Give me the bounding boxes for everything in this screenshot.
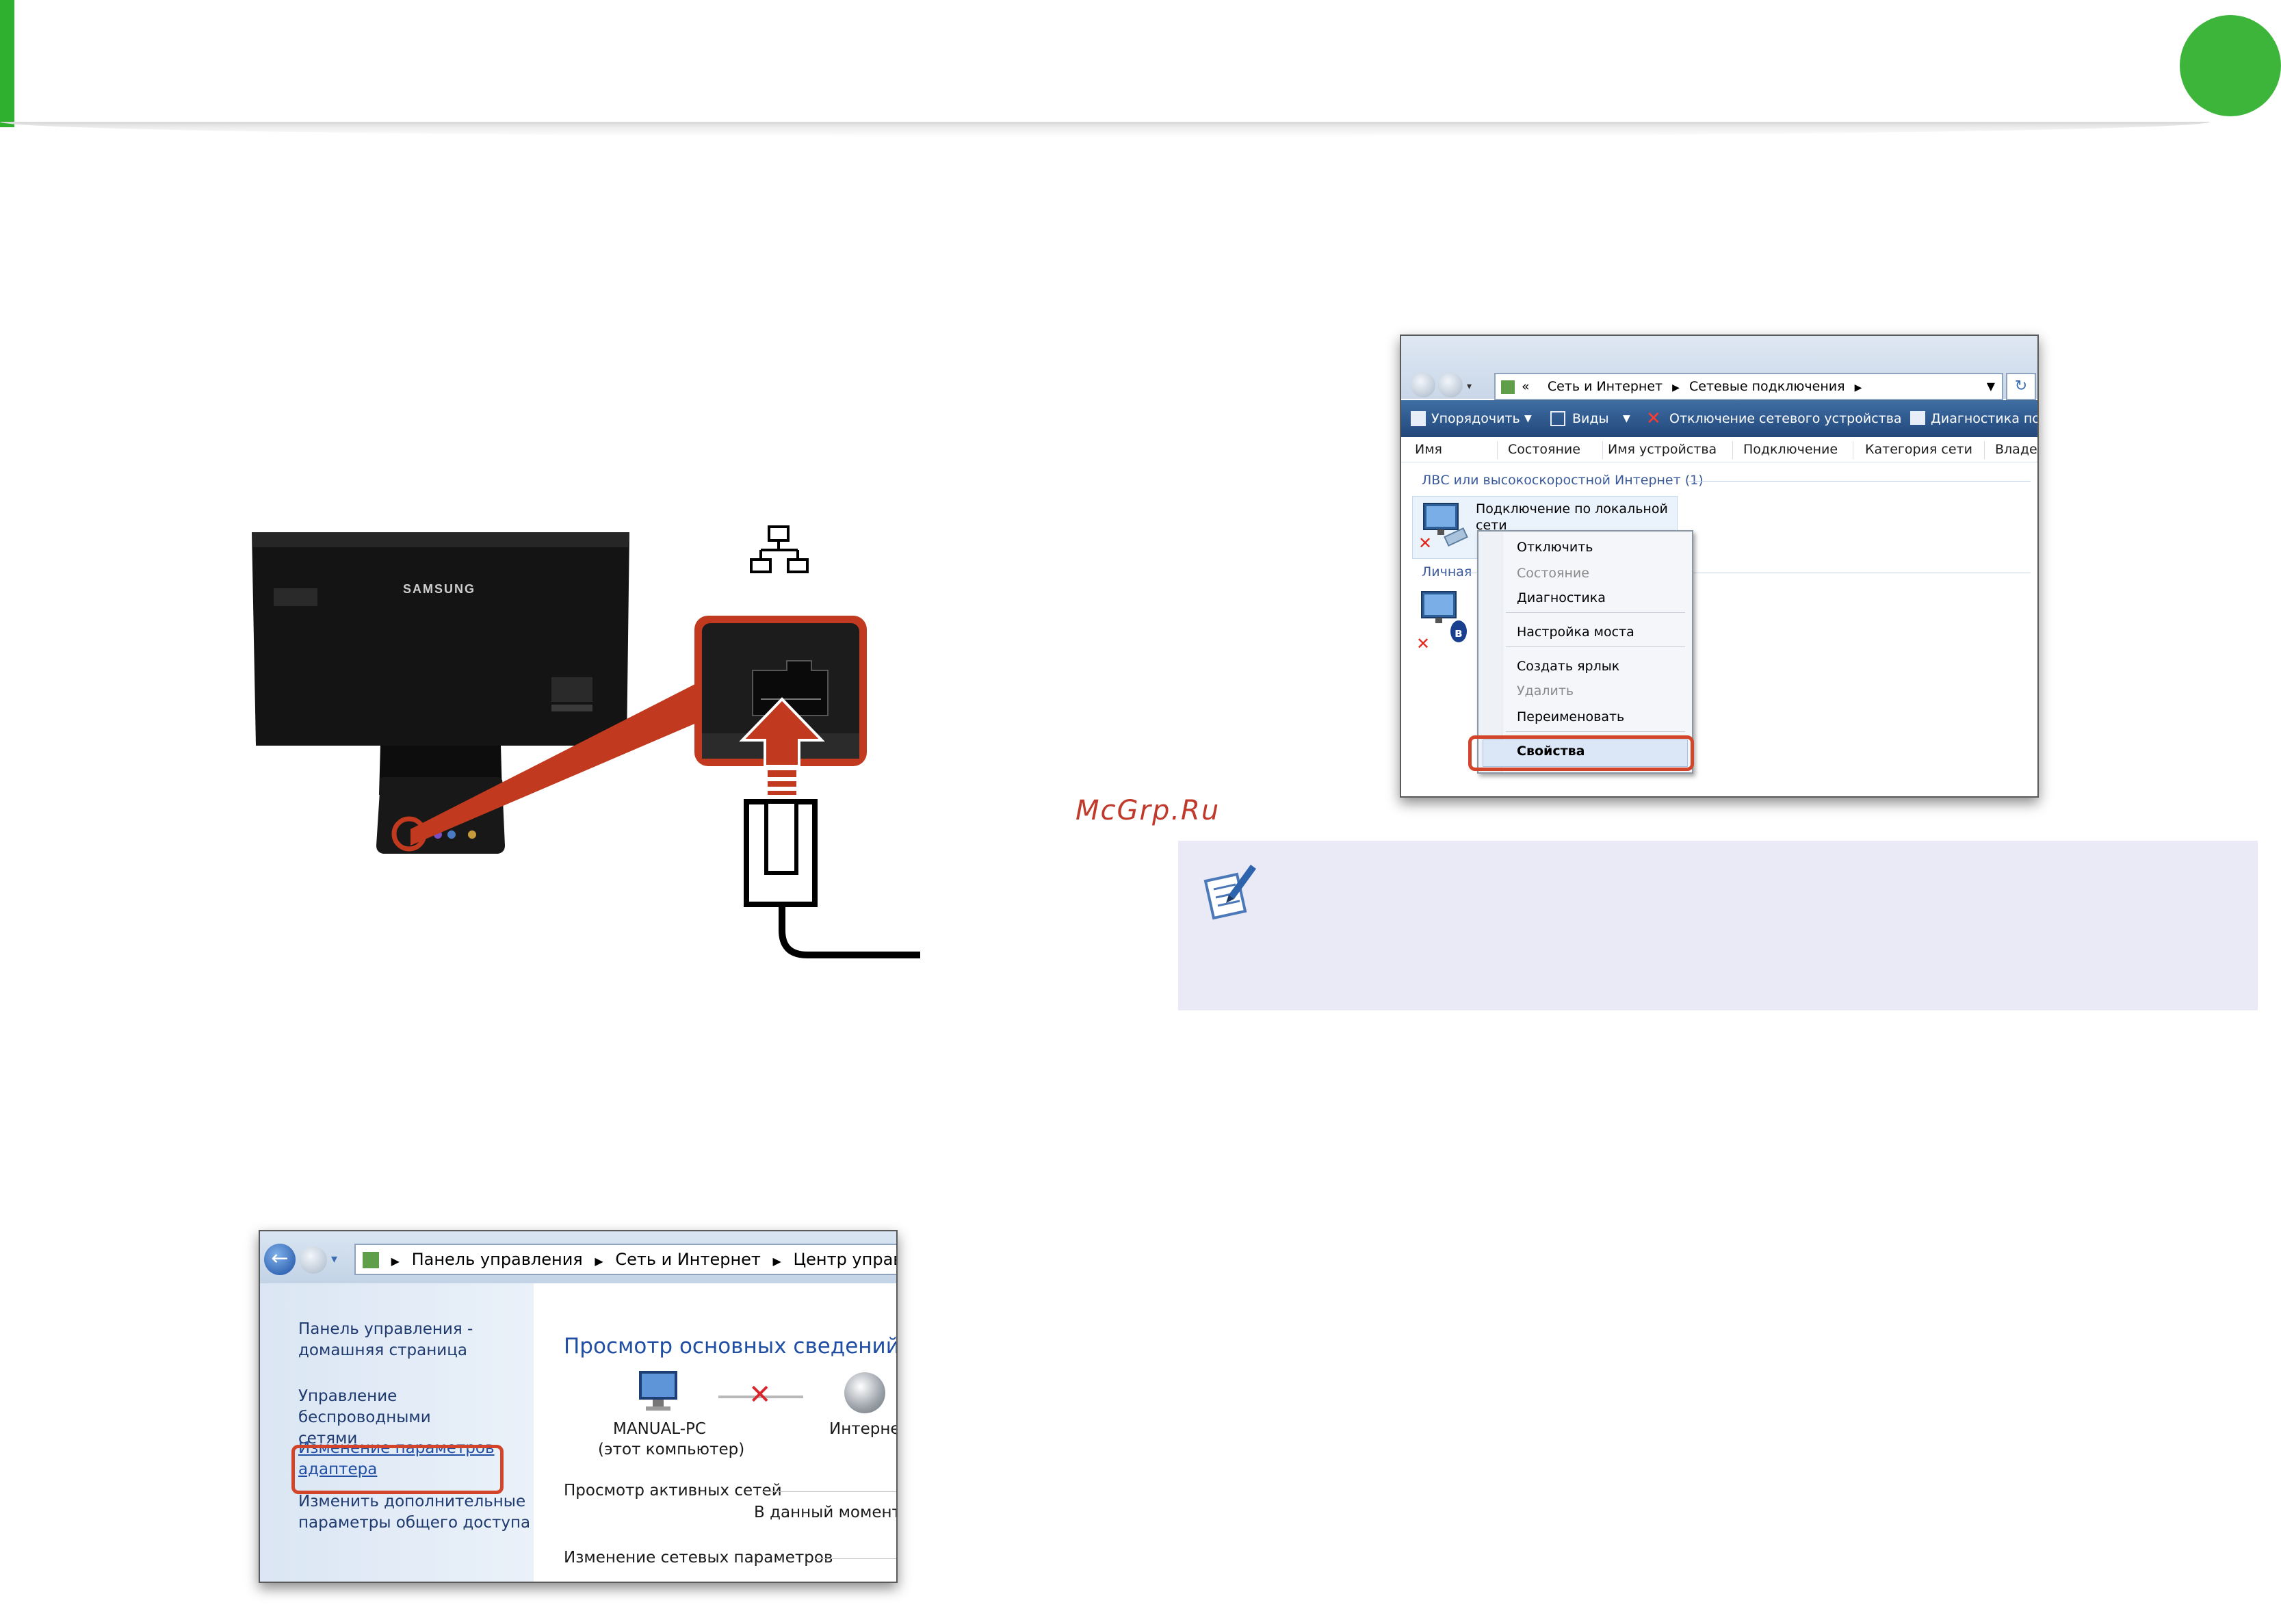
column-header-owner[interactable]: Владе [1995, 437, 2037, 462]
address-bar[interactable]: « Сеть и Интернет ▶ Сетевые подключения … [1494, 373, 2003, 400]
organize-button[interactable]: Упорядочить [1431, 400, 1520, 437]
main-heading: Просмотр основных сведений о с [564, 1334, 898, 1359]
organize-icon [1411, 411, 1426, 426]
properties-highlight [1468, 735, 1694, 771]
adapter-link-highlight [291, 1445, 504, 1494]
breadcrumb-network-connections[interactable]: Сетевые подключения [1689, 379, 1845, 394]
breadcrumb-network-center[interactable]: Центр управления с [794, 1250, 897, 1269]
bluetooth-adapter-icon[interactable]: ʙ ✕ [1416, 589, 1478, 651]
column-header-status[interactable]: Состояние [1508, 437, 1580, 462]
internet-label: Интерне [829, 1420, 898, 1438]
menu-item-rename[interactable]: Переименовать [1517, 709, 1624, 724]
nav-sharing-line2[interactable]: параметры общего доступа [298, 1512, 530, 1534]
column-header-category[interactable]: Категория сети [1865, 437, 1972, 462]
back-icon[interactable] [1411, 373, 1435, 397]
page-marker-circle [2180, 15, 2281, 116]
forward-icon[interactable] [300, 1246, 327, 1274]
current-moment-text: В данный момент [754, 1504, 898, 1521]
disconnected-x-icon: ✕ [748, 1379, 772, 1411]
monitor-brand-label: SAMSUNG [403, 582, 475, 596]
disable-device-icon: ✕ [1646, 408, 1661, 429]
control-panel-icon [1501, 380, 1515, 394]
computer-note: (этот компьютер) [598, 1441, 745, 1458]
header-accent-bar [0, 0, 14, 127]
diagnose-button[interactable]: Диагностика по [1931, 400, 2037, 437]
breadcrumb-arrow-icon: ▶ [1672, 382, 1680, 393]
menu-item-shortcut[interactable]: Создать ярлык [1517, 659, 1619, 674]
change-settings-heading: Изменение сетевых параметров [564, 1549, 833, 1567]
refresh-icon[interactable]: ↻ [2006, 373, 2036, 400]
breadcrumb-arrow-icon: ▶ [1854, 382, 1862, 393]
breadcrumb-arrow-icon: ▶ [595, 1255, 603, 1268]
rj45-cable [744, 799, 920, 958]
history-dropdown-icon[interactable]: ▾ [331, 1252, 337, 1266]
note-pencil-icon [1203, 865, 1256, 920]
breadcrumb-arrow-icon: ▶ [391, 1255, 400, 1268]
watermark-text: McGrp.Ru [1076, 795, 1221, 826]
command-toolbar: Упорядочить ▼ Виды ▼ ✕ Отключение сетево… [1401, 400, 2037, 437]
svg-text:✕: ✕ [1416, 634, 1430, 651]
nav-sharing-line1[interactable]: Изменить дополнительные [298, 1491, 530, 1512]
active-networks-heading: Просмотр активных сетей [564, 1482, 782, 1499]
back-icon[interactable]: ← [264, 1244, 296, 1275]
network-lan-icon [750, 525, 809, 573]
disconnected-x-icon: ✕ [1418, 534, 1432, 553]
menu-item-delete: Удалить [1517, 683, 1574, 698]
breadcrumb-control-panel[interactable]: Панель управления [412, 1250, 583, 1269]
menu-item-diagnose[interactable]: Диагностика [1517, 590, 1606, 605]
lan-connection-illustration: SAMSUNG [252, 525, 920, 958]
history-dropdown-icon[interactable]: ▾ [1467, 381, 1472, 392]
left-navigation-pane: Панель управления - домашняя страница Уп… [260, 1283, 534, 1582]
window-titlebar: ▾ « Сеть и Интернет ▶ Сетевые подключени… [1401, 336, 2037, 400]
nav-home-line1[interactable]: Панель управления - [298, 1319, 473, 1340]
column-header-connection[interactable]: Подключение [1743, 437, 1838, 462]
menu-item-disable[interactable]: Отключить [1517, 540, 1593, 555]
address-bar[interactable]: ▶ Панель управления ▶ Сеть и Интернет ▶ … [354, 1244, 897, 1275]
network-connections-window: ▾ « Сеть и Интернет ▶ Сетевые подключени… [1400, 335, 2039, 798]
network-center-window: ← ▾ ▶ Панель управления ▶ Сеть и Интерне… [259, 1230, 898, 1583]
diagnose-icon [1910, 411, 1925, 425]
column-headers: Имя Состояние Имя устройства Подключение… [1401, 437, 2037, 462]
address-prefix: « [1522, 379, 1530, 394]
control-panel-icon [363, 1252, 379, 1268]
disable-device-button[interactable]: Отключение сетевого устройства [1669, 400, 1902, 437]
svg-text:ʙ: ʙ [1455, 626, 1462, 640]
breadcrumb-network-internet[interactable]: Сеть и Интернет [615, 1250, 761, 1269]
breadcrumb-arrow-icon: ▶ [772, 1255, 781, 1268]
window-titlebar: ← ▾ ▶ Панель управления ▶ Сеть и Интерне… [260, 1231, 896, 1283]
column-header-name[interactable]: Имя [1415, 437, 1442, 462]
views-button[interactable]: Виды [1572, 400, 1609, 437]
menu-item-bridge[interactable]: Настройка моста [1517, 625, 1634, 640]
group-header-lan[interactable]: ЛВС или высокоскоростной Интернет (1) [1422, 473, 1704, 488]
connection-name-line1: Подключение по локальной [1476, 501, 1668, 516]
network-adapter-icon: ✕ [1418, 503, 1468, 553]
menu-item-status: Состояние [1517, 566, 1589, 581]
computer-icon [639, 1371, 677, 1411]
views-icon [1550, 411, 1565, 426]
note-box [1178, 841, 2258, 1010]
nav-wireless-line1[interactable]: Управление беспроводными [298, 1386, 534, 1428]
organize-dropdown-icon[interactable]: ▼ [1524, 400, 1532, 437]
column-header-device[interactable]: Имя устройства [1608, 437, 1717, 462]
internet-globe-icon [844, 1372, 885, 1413]
group-header-personal[interactable]: Личная [1422, 564, 1472, 579]
views-dropdown-icon[interactable]: ▼ [1623, 400, 1630, 437]
breadcrumb-network-internet[interactable]: Сеть и Интернет [1548, 379, 1663, 394]
monitor-back-image [252, 532, 629, 854]
nav-home-line2[interactable]: домашняя страница [298, 1340, 473, 1361]
computer-name: MANUAL-PC [613, 1420, 706, 1438]
header-divider [0, 122, 2210, 137]
address-dropdown-icon[interactable]: ▼ [1987, 374, 1995, 399]
forward-icon[interactable] [1438, 373, 1463, 397]
